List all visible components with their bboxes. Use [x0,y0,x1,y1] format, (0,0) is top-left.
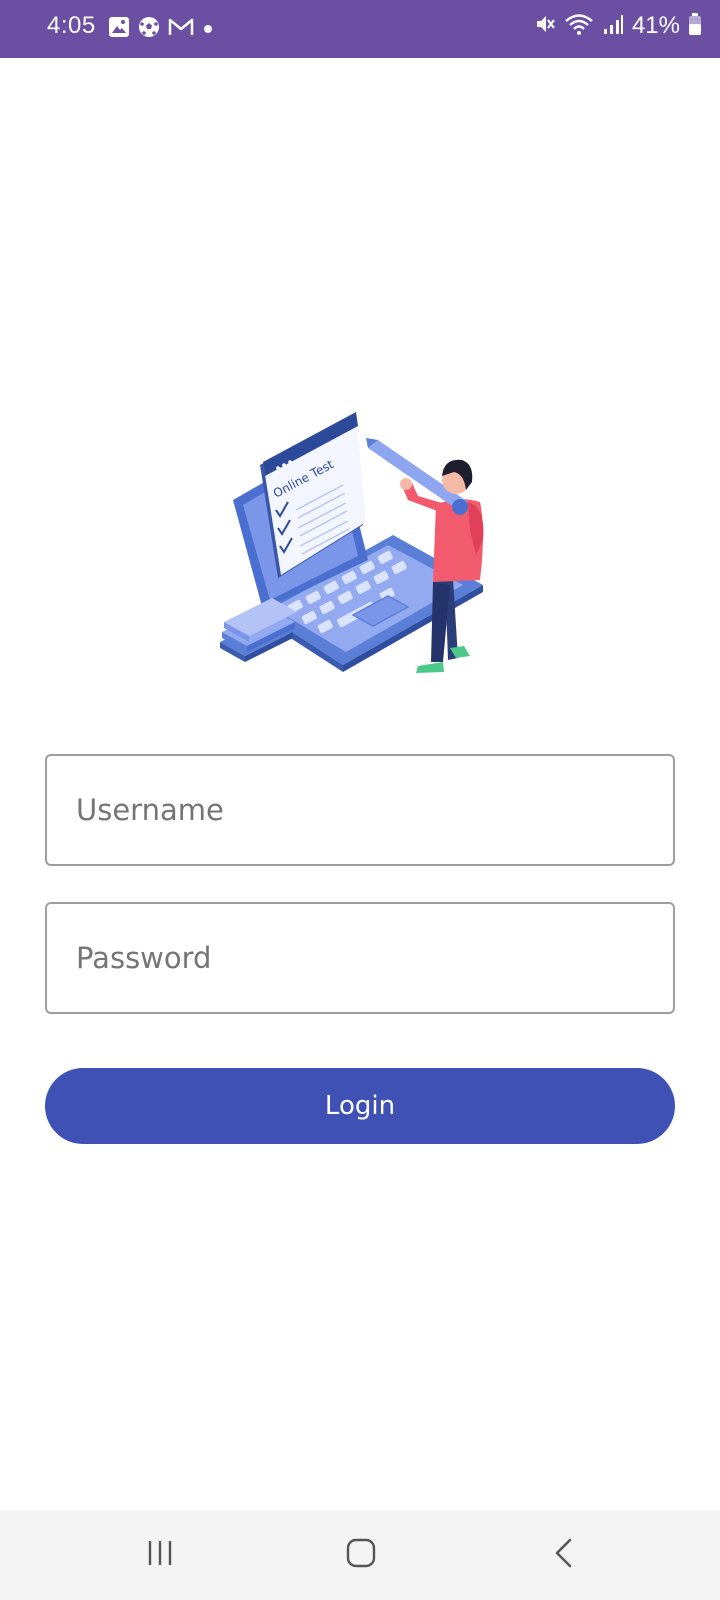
wifi-icon [564,12,594,40]
online-test-illustration: Online Test [218,410,500,695]
recents-icon [145,1538,175,1572]
home-icon [345,1537,377,1573]
status-time: 4:05 [47,12,96,39]
username-input[interactable] [47,756,673,864]
mute-icon [534,13,556,39]
dot-icon [202,20,214,39]
battery-icon [688,12,702,40]
home-button[interactable] [331,1530,391,1580]
gallery-icon [108,16,130,42]
status-bar: 4:05 41% [0,0,720,58]
soccer-ball-icon [138,16,160,42]
login-button[interactable]: Login [45,1068,675,1144]
battery-percent: 41% [631,12,680,39]
navigation-bar [0,1510,720,1600]
system-status: 41% [534,12,702,40]
login-button-label: Login [324,1091,396,1121]
recents-button[interactable] [130,1530,190,1580]
notification-icons [108,16,214,42]
password-field[interactable] [45,902,675,1014]
back-button[interactable] [534,1530,594,1580]
signal-icon [602,13,624,39]
back-icon [552,1537,576,1573]
username-field[interactable] [45,754,675,866]
password-input[interactable] [47,904,673,1012]
gmail-icon [168,17,194,41]
